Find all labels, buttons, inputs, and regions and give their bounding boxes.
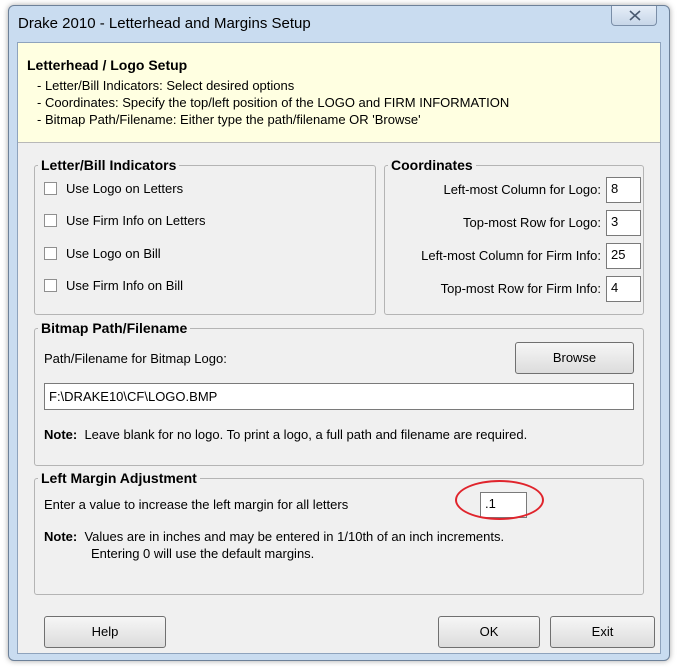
indicators-legend: Letter/Bill Indicators xyxy=(38,157,180,173)
browse-button[interactable]: Browse xyxy=(515,342,634,374)
instructions-title: Letterhead / Logo Setup xyxy=(27,57,188,73)
instruction-line: - Coordinates: Specify the top/left posi… xyxy=(37,95,510,110)
coord-label-firm-row: Top-most Row for Firm Info: xyxy=(440,281,601,296)
indicators-group: Letter/Bill Indicators Use Logo on Lette… xyxy=(34,157,376,315)
highlight-circle xyxy=(455,480,544,520)
checkbox-use-logo-letters[interactable]: Use Logo on Letters xyxy=(44,181,183,196)
checkbox-box[interactable] xyxy=(44,182,57,195)
checkbox-label: Use Firm Info on Bill xyxy=(66,278,184,293)
bitmap-note: Note: Leave blank for no logo. To print … xyxy=(44,427,527,442)
help-button[interactable]: Help xyxy=(44,616,166,648)
margin-note: Note: Values are in inches and may be en… xyxy=(44,529,504,544)
instructions-panel: Letterhead / Logo Setup - Letter/Bill In… xyxy=(18,43,660,143)
bitmap-group: Bitmap Path/Filename Path/Filename for B… xyxy=(34,320,644,466)
margin-prompt: Enter a value to increase the left margi… xyxy=(44,497,349,512)
firm-column-input[interactable]: 25 xyxy=(606,243,641,269)
coord-label-logo-row: Top-most Row for Logo: xyxy=(462,215,601,230)
ok-button[interactable]: OK xyxy=(438,616,540,648)
instruction-line: - Letter/Bill Indicators: Select desired… xyxy=(37,78,295,93)
checkbox-use-firm-info-letters[interactable]: Use Firm Info on Letters xyxy=(44,213,205,228)
checkbox-box[interactable] xyxy=(44,279,57,292)
logo-column-input[interactable]: 8 xyxy=(606,177,641,203)
margin-legend: Left Margin Adjustment xyxy=(38,470,200,486)
checkbox-label: Use Logo on Letters xyxy=(66,181,184,196)
note-label: Note: xyxy=(44,427,78,442)
coordinates-group: Coordinates Left-most Column for Logo: 8… xyxy=(384,157,644,315)
firm-row-input[interactable]: 4 xyxy=(606,276,641,302)
margin-note-line2: Entering 0 will use the default margins. xyxy=(91,546,315,561)
coord-label-firm-col: Left-most Column for Firm Info: xyxy=(421,248,601,263)
margin-group: Left Margin Adjustment Enter a value to … xyxy=(34,470,644,595)
checkbox-box[interactable] xyxy=(44,214,57,227)
close-button[interactable] xyxy=(611,6,657,26)
checkbox-label: Use Firm Info on Letters xyxy=(66,213,206,228)
coordinates-legend: Coordinates xyxy=(388,157,476,173)
bitmap-path-label: Path/Filename for Bitmap Logo: xyxy=(44,351,227,366)
exit-button[interactable]: Exit xyxy=(550,616,655,648)
coord-label-logo-col: Left-most Column for Logo: xyxy=(443,182,601,197)
window-title: Drake 2010 - Letterhead and Margins Setu… xyxy=(18,15,311,32)
checkbox-label: Use Logo on Bill xyxy=(66,246,161,261)
bitmap-legend: Bitmap Path/Filename xyxy=(38,320,191,336)
title-bar[interactable]: Drake 2010 - Letterhead and Margins Setu… xyxy=(9,6,669,42)
logo-row-input[interactable]: 3 xyxy=(606,210,641,236)
dialog-window: Drake 2010 - Letterhead and Margins Setu… xyxy=(8,5,670,661)
checkbox-use-firm-info-bill[interactable]: Use Firm Info on Bill xyxy=(44,278,183,293)
instruction-line: - Bitmap Path/Filename: Either type the … xyxy=(37,112,421,127)
dialog-body: Letterhead / Logo Setup - Letter/Bill In… xyxy=(17,42,661,654)
checkbox-use-logo-bill[interactable]: Use Logo on Bill xyxy=(44,246,161,261)
note-label: Note: xyxy=(44,529,78,544)
close-icon xyxy=(629,10,641,21)
checkbox-box[interactable] xyxy=(44,247,57,260)
note-text: Leave blank for no logo. To print a logo… xyxy=(84,427,528,442)
note-text: Values are in inches and may be entered … xyxy=(84,529,505,544)
bitmap-path-input[interactable]: F:\DRAKE10\CF\LOGO.BMP xyxy=(44,383,634,410)
